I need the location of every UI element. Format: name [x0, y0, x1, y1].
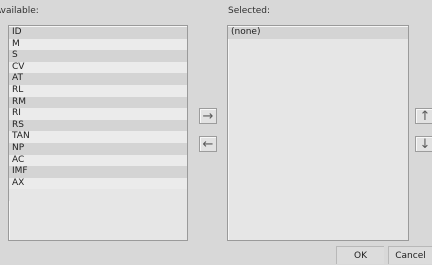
remove-button[interactable]: ← — [199, 136, 217, 152]
list-item[interactable]: RS — [9, 119, 187, 132]
list-item[interactable]: AX — [9, 177, 187, 190]
list-item[interactable]: CV — [9, 61, 187, 74]
down-arrow-icon: ↓ — [419, 137, 431, 152]
add-button[interactable]: → — [199, 108, 217, 124]
available-list[interactable]: ID M S CV AT RL RM RI RS TAN NP AC IMF A… — [8, 25, 188, 241]
list-item[interactable]: TAN — [9, 131, 187, 143]
move-up-button[interactable]: ↑ — [415, 108, 432, 124]
list-item[interactable]: AC — [9, 154, 187, 167]
list-item[interactable]: AT — [9, 73, 187, 85]
list-item[interactable]: RI — [9, 108, 187, 120]
list-item[interactable]: ID — [9, 27, 187, 39]
list-item[interactable]: NP — [9, 142, 187, 155]
right-arrow-icon: → — [202, 109, 214, 124]
list-item[interactable]: IMF — [9, 166, 187, 178]
selected-label: Selected: — [228, 6, 271, 16]
up-arrow-icon: ↑ — [419, 109, 431, 124]
cancel-button[interactable]: Cancel — [388, 246, 432, 264]
list-empty-area — [9, 189, 187, 201]
list-item[interactable]: RM — [9, 96, 187, 109]
ok-button[interactable]: OK — [336, 246, 384, 264]
list-item[interactable]: M — [9, 38, 187, 51]
list-item[interactable]: RL — [9, 84, 187, 97]
list-item[interactable]: S — [9, 50, 187, 62]
list-item[interactable]: (none) — [228, 27, 408, 39]
move-down-button[interactable]: ↓ — [415, 136, 432, 152]
left-arrow-icon: ← — [202, 137, 214, 152]
available-label: Available: — [0, 6, 39, 16]
selected-list[interactable]: (none) — [227, 25, 409, 241]
